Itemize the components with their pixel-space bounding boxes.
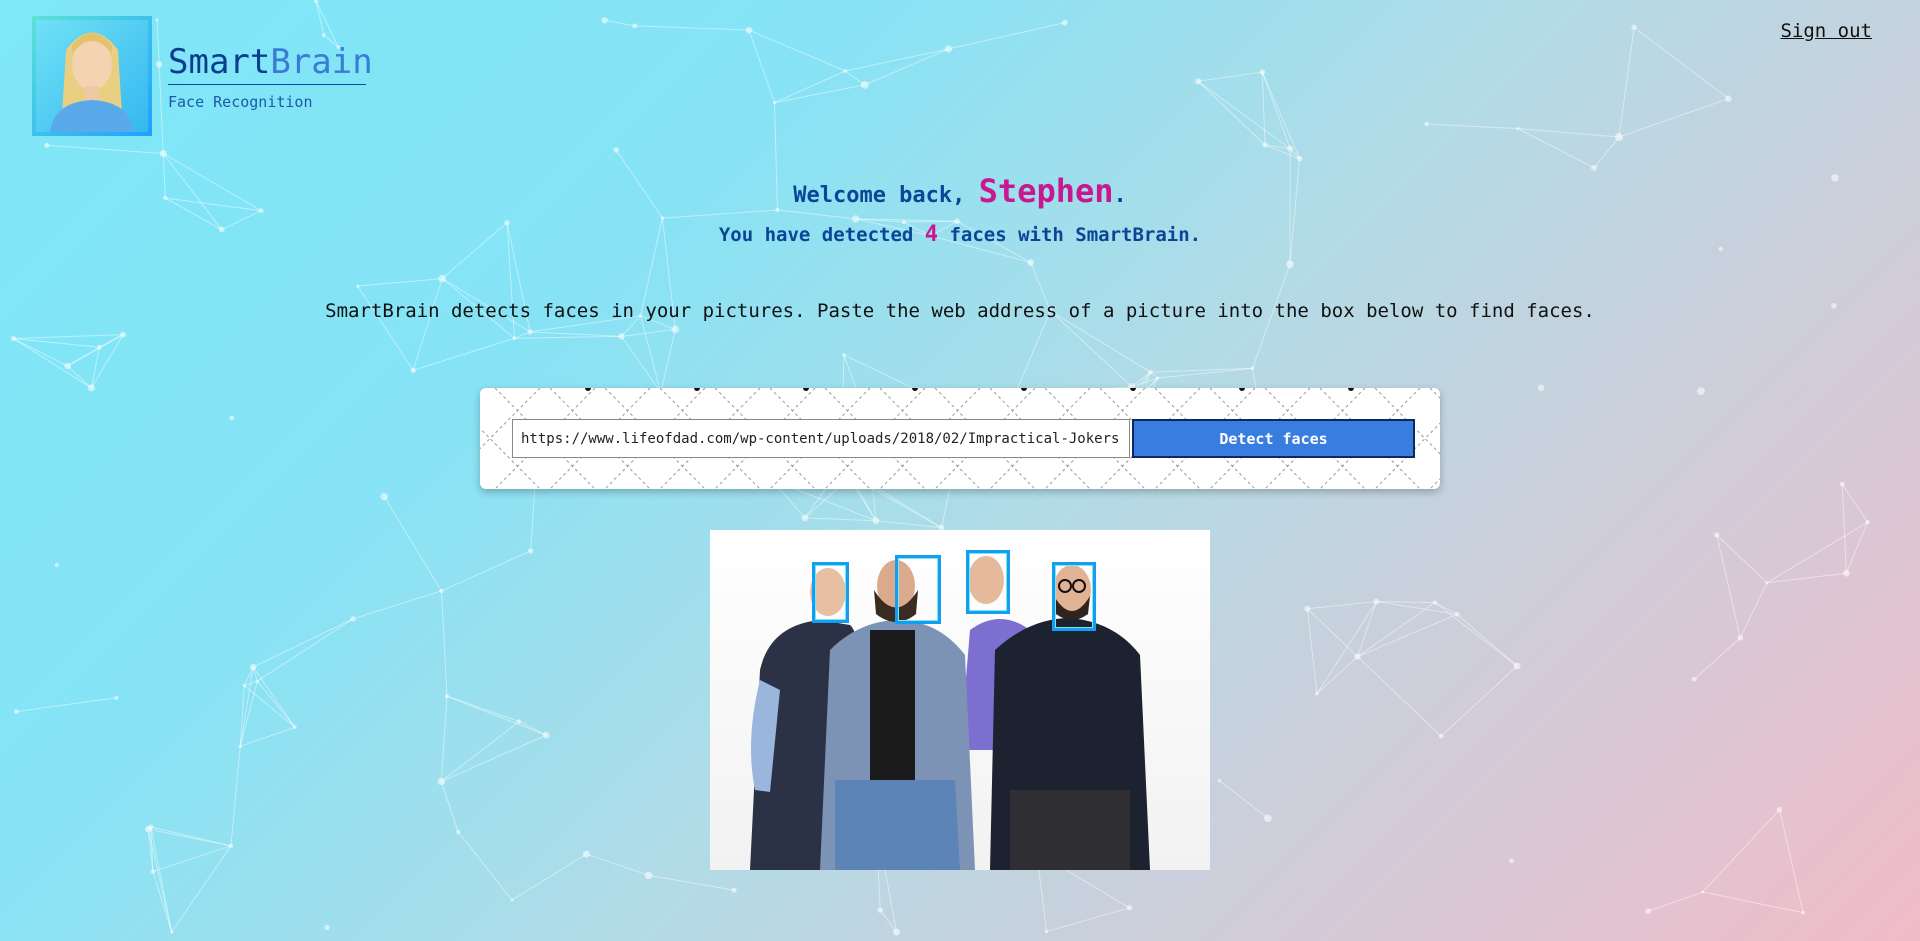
sign-out-link[interactable]: Sign out [1780,20,1872,42]
face-bounding-box [895,555,941,624]
image-url-form: Detect faces [480,388,1440,489]
face-bounding-box [812,562,849,623]
brand-subtitle: Face Recognition [168,93,313,111]
face-bounding-box [966,550,1010,614]
brand-title-brain: Brain [270,42,373,82]
user-name: Stephen [978,172,1114,210]
brand: SmartBrain Face Recognition [168,42,373,111]
welcome-message: Welcome back, Stephen. [0,172,1920,210]
image-url-input[interactable] [512,419,1130,458]
face-count-message: You have detected 4 faces with SmartBrai… [0,222,1920,247]
app-description: SmartBrain detects faces in your picture… [325,300,1595,322]
people-photo [750,556,1150,870]
detect-faces-button[interactable]: Detect faces [1132,419,1415,458]
brand-title: SmartBrain [168,42,373,85]
result-image [710,530,1210,870]
count-suffix: faces with SmartBrain. [938,224,1202,246]
user-avatar-icon [50,32,134,132]
face-count: 4 [924,222,939,247]
count-prefix: You have detected [718,224,925,246]
welcome-suffix: . [1113,183,1127,208]
brand-title-smart: Smart [168,42,271,82]
welcome-prefix: Welcome back, [793,183,979,208]
face-bounding-box [1052,562,1096,631]
logo [32,16,152,136]
